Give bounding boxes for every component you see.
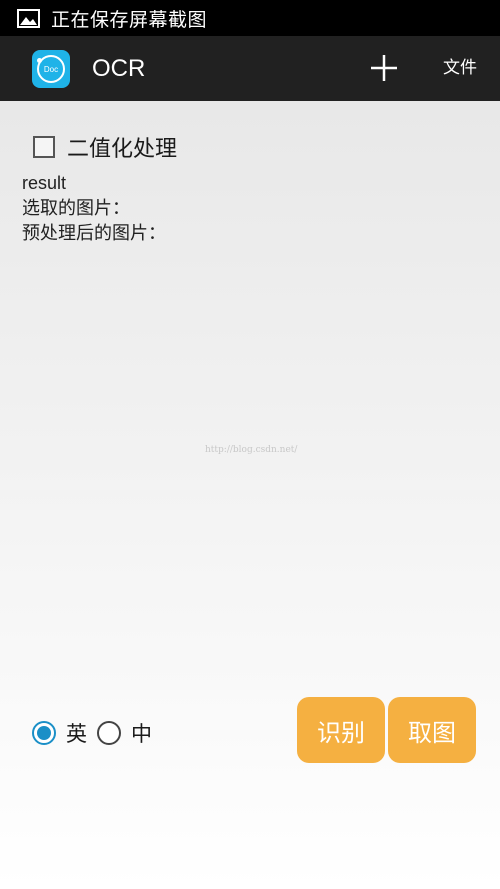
binarize-label: 二值化处理 bbox=[67, 137, 178, 162]
binarize-checkbox[interactable] bbox=[33, 136, 55, 158]
add-button[interactable] bbox=[366, 50, 402, 86]
status-bar: 正在保存屏幕截图 bbox=[0, 0, 500, 36]
radio-english[interactable] bbox=[32, 721, 56, 745]
plus-icon bbox=[371, 55, 397, 81]
binarize-option[interactable]: 二值化处理 bbox=[33, 131, 177, 163]
recognize-button[interactable]: 识别 bbox=[297, 697, 385, 763]
status-text: 正在保存屏幕截图 bbox=[51, 8, 208, 31]
file-menu-button[interactable]: 文件 bbox=[443, 57, 477, 79]
action-bar: Doc OCR 文件 bbox=[0, 36, 500, 101]
radio-chinese[interactable] bbox=[97, 721, 121, 745]
result-text: result bbox=[22, 173, 67, 193]
app-logo-label: Doc bbox=[43, 64, 59, 74]
language-selector: 英 中 bbox=[32, 718, 162, 748]
radio-chinese-label: 中 bbox=[131, 722, 152, 746]
app-title: OCR bbox=[92, 55, 146, 82]
watermark: http://blog.csdn.net/ bbox=[205, 445, 298, 455]
app-logo-icon: Doc bbox=[32, 50, 70, 88]
main-content: 二值化处理 result 选取的图片： 预处理后的图片： http://blog… bbox=[0, 101, 500, 889]
processed-image-label: 预处理后的图片： bbox=[22, 223, 166, 244]
pick-image-button[interactable]: 取图 bbox=[388, 697, 476, 763]
image-icon bbox=[17, 8, 40, 28]
app-logo-ring: Doc bbox=[37, 55, 65, 83]
selected-image-label: 选取的图片： bbox=[22, 198, 130, 219]
radio-english-label: 英 bbox=[66, 722, 87, 746]
